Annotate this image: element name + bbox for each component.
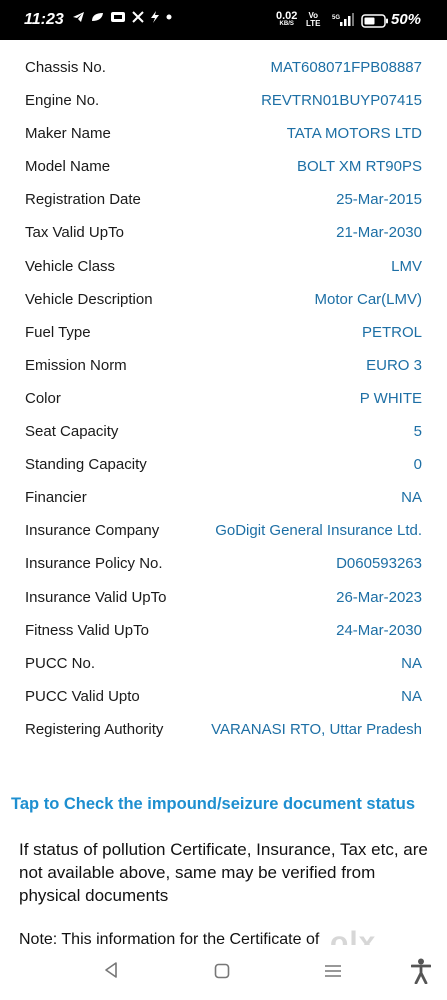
detail-row: Financier NA [0, 482, 447, 515]
detail-row: Standing Capacity 0 [0, 449, 447, 482]
vehicle-details-list: Chassis No. MAT608071FPB08887 Engine No. RE… [0, 52, 447, 747]
detail-row: Registration Date 25-Mar-2015 [0, 184, 447, 217]
detail-label: Vehicle Description [25, 290, 153, 308]
detail-value: 25-Mar-2015 [336, 191, 422, 209]
home-icon[interactable] [214, 963, 230, 979]
dot-icon [166, 14, 172, 20]
detail-label: Engine No. [25, 92, 100, 110]
detail-value: REVTRN01BUYP07415 [261, 92, 422, 110]
x-icon [132, 11, 144, 23]
notification-icons [72, 11, 172, 23]
signal-icon: 5G [332, 13, 354, 32]
status-bar: 11:23 0.02 KB/S Vo LTE 5G 50% [0, 0, 447, 40]
detail-label: Seat Capacity [25, 423, 119, 441]
detail-label: Chassis No. [25, 59, 106, 76]
detail-row: Vehicle Description Motor Car(LMV) [0, 284, 447, 317]
detail-row: Engine No. REVTRN01BUYP07415 [0, 85, 447, 118]
detail-value: LMV [391, 257, 422, 275]
detail-value: GoDigit General Insurance Ltd. [215, 522, 422, 540]
detail-value: Motor Car(LMV) [314, 290, 422, 308]
detail-row: Model Name BOLT XM RT90PS [0, 151, 447, 184]
network-speed-unit: KB/S [279, 21, 294, 27]
detail-value: NA [401, 687, 422, 705]
detail-row: PUCC No. NA [0, 648, 447, 681]
detail-row: Chassis No. MAT608071FPB08887 [0, 52, 447, 85]
detail-value: NA [401, 489, 422, 507]
detail-row: Registering Authority VARANASI RTO, Uttar… [0, 714, 447, 747]
detail-value: VARANASI RTO, Uttar Pradesh [211, 720, 422, 738]
bank-icon [111, 12, 125, 22]
detail-value: 0 [413, 456, 422, 474]
network-gen: 5G [332, 15, 340, 21]
volte-indicator: Vo LTE [306, 12, 321, 28]
navigation-bar [0, 945, 447, 1000]
detail-label: Tax Valid UpTo [25, 224, 124, 242]
accessibility-icon[interactable] [411, 958, 431, 984]
detail-row: Vehicle Class LMV [0, 251, 447, 284]
detail-value: 24-Mar-2030 [336, 621, 422, 639]
detail-value: MAT608071FPB08887 [270, 59, 423, 76]
detail-label: Fitness Valid UpTo [25, 621, 149, 639]
detail-row: Color P WHITE [0, 383, 447, 416]
detail-label: Insurance Company [25, 522, 160, 540]
telegram-icon [73, 12, 84, 22]
detail-label: Color [25, 389, 61, 407]
detail-value: P WHITE [359, 389, 422, 407]
detail-row: Tax Valid UpTo 21-Mar-2030 [0, 217, 447, 250]
detail-value: PETROL [361, 323, 422, 341]
detail-label: Insurance Valid UpTo [25, 588, 167, 606]
detail-value: 26-Mar-2023 [336, 588, 422, 606]
detail-row: Fitness Valid UpTo 24-Mar-2030 [0, 615, 447, 648]
detail-value: NA [401, 654, 422, 672]
detail-label: PUCC No. [25, 654, 96, 672]
detail-label: Model Name [25, 158, 111, 176]
detail-value: TATA MOTORS LTD [286, 125, 422, 143]
detail-value: D060593263 [336, 555, 422, 573]
detail-label: Insurance Policy No. [25, 555, 163, 573]
verification-notice: If status of pollution Certificate, Insu… [19, 840, 428, 905]
bolt-icon [151, 11, 159, 23]
detail-value: 5 [413, 423, 422, 441]
detail-row: Fuel Type PETROL [0, 317, 447, 350]
detail-label: Vehicle Class [25, 257, 116, 275]
detail-row: Insurance Company GoDigit General Insuran… [0, 515, 447, 548]
detail-row: Insurance Valid UpTo 26-Mar-2023 [0, 582, 447, 615]
detail-row: Seat Capacity 5 [0, 416, 447, 449]
leaf-icon [92, 13, 103, 21]
detail-row: Emission Norm EURO 3 [0, 350, 447, 383]
detail-label: Financier [25, 489, 87, 507]
back-icon[interactable] [103, 961, 119, 979]
network-speed: 0.02 KB/S [276, 11, 297, 28]
status-time: 11:23 [24, 11, 64, 28]
detail-label: Emission Norm [25, 356, 127, 374]
detail-label: PUCC Valid Upto [25, 687, 140, 705]
detail-label: Fuel Type [25, 323, 91, 341]
detail-label: Maker Name [25, 125, 111, 143]
recent-apps-icon[interactable] [324, 963, 342, 979]
detail-value: 21-Mar-2030 [336, 224, 422, 242]
detail-label: Standing Capacity [25, 456, 147, 474]
detail-row: PUCC Valid Upto NA [0, 681, 447, 714]
detail-value: EURO 3 [366, 356, 422, 374]
detail-row: Insurance Policy No. D060593263 [0, 548, 447, 581]
detail-row: Maker Name TATA MOTORS LTD [0, 118, 447, 151]
detail-value: BOLT XM RT90PS [296, 158, 422, 176]
battery-percent: 50% [391, 11, 422, 28]
detail-label: Registering Authority [25, 720, 164, 738]
volte-bottom: LTE [306, 19, 321, 28]
detail-label: Registration Date [25, 191, 141, 209]
battery-icon [361, 14, 389, 33]
impound-status-link[interactable]: Tap to Check the impound/seizure documen… [11, 795, 415, 814]
